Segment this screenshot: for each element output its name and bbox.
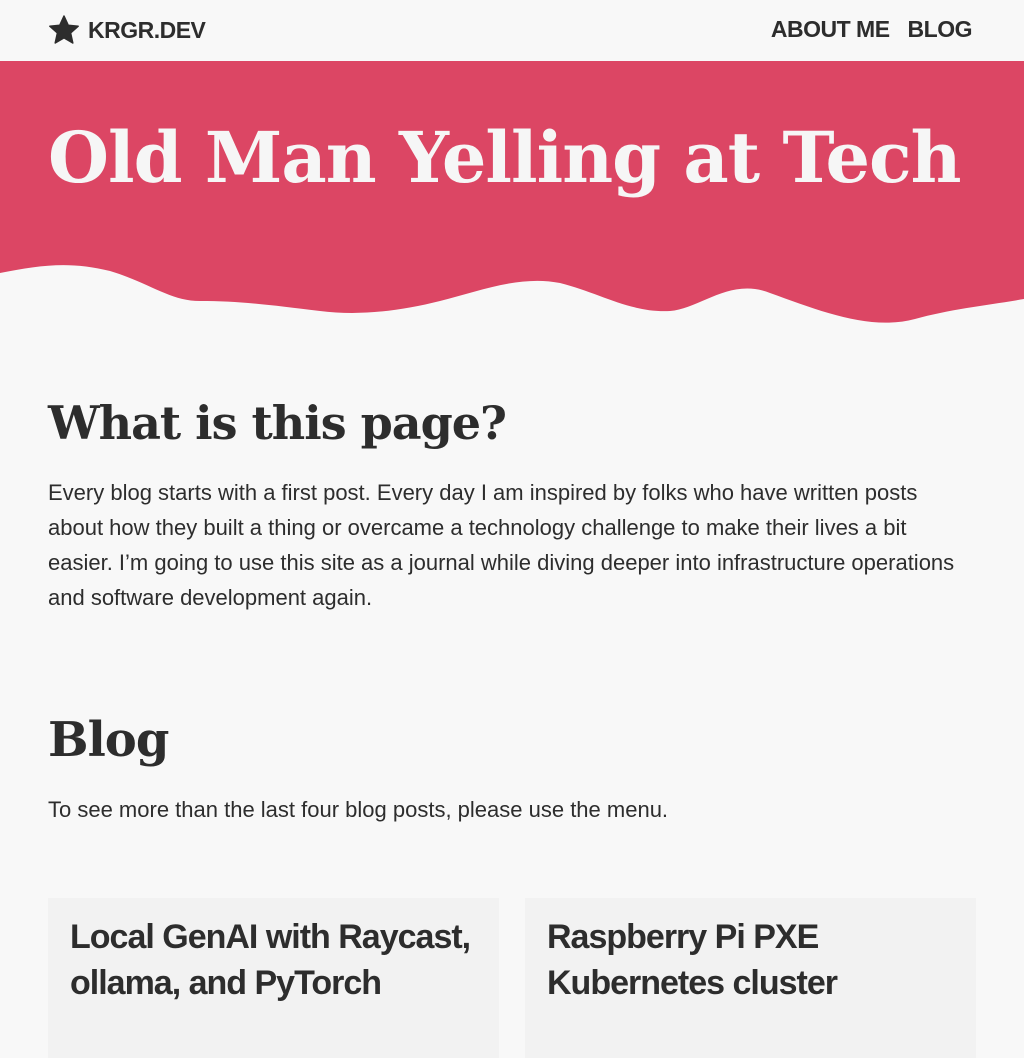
hero-banner: Old Man Yelling at Tech: [0, 61, 1024, 326]
post-card-grid: Local GenAI with Raycast, ollama, and Py…: [48, 898, 976, 1058]
post-card[interactable]: Local GenAI with Raycast, ollama, and Py…: [48, 898, 499, 1058]
star-icon: [49, 15, 79, 44]
blog-heading: Blog: [48, 712, 169, 768]
brand-link[interactable]: KRGR.DEV: [48, 12, 206, 48]
post-card[interactable]: Raspberry Pi PXE Kubernetes cluster: [525, 898, 976, 1058]
about-heading: What is this page?: [48, 396, 507, 450]
post-title[interactable]: Local GenAI with Raycast, ollama, and Py…: [70, 914, 477, 1006]
blog-section: Blog To see more than the last four blog…: [48, 710, 976, 827]
about-paragraph: Every blog starts with a first post. Eve…: [48, 480, 955, 610]
main-nav: ABOUT ME BLOG: [771, 14, 973, 44]
brand-name: KRGR.DEV: [88, 16, 206, 43]
hero-title: Old Man Yelling at Tech: [48, 116, 962, 199]
about-section: What is this page? Every blog starts wit…: [48, 393, 976, 615]
blog-intro: To see more than the last four blog post…: [48, 797, 669, 822]
nav-link-about-me[interactable]: ABOUT ME: [771, 14, 890, 44]
top-nav-bar: KRGR.DEV ABOUT ME BLOG: [0, 0, 1024, 61]
nav-link-blog[interactable]: BLOG: [908, 14, 973, 44]
post-title[interactable]: Raspberry Pi PXE Kubernetes cluster: [547, 914, 954, 1006]
